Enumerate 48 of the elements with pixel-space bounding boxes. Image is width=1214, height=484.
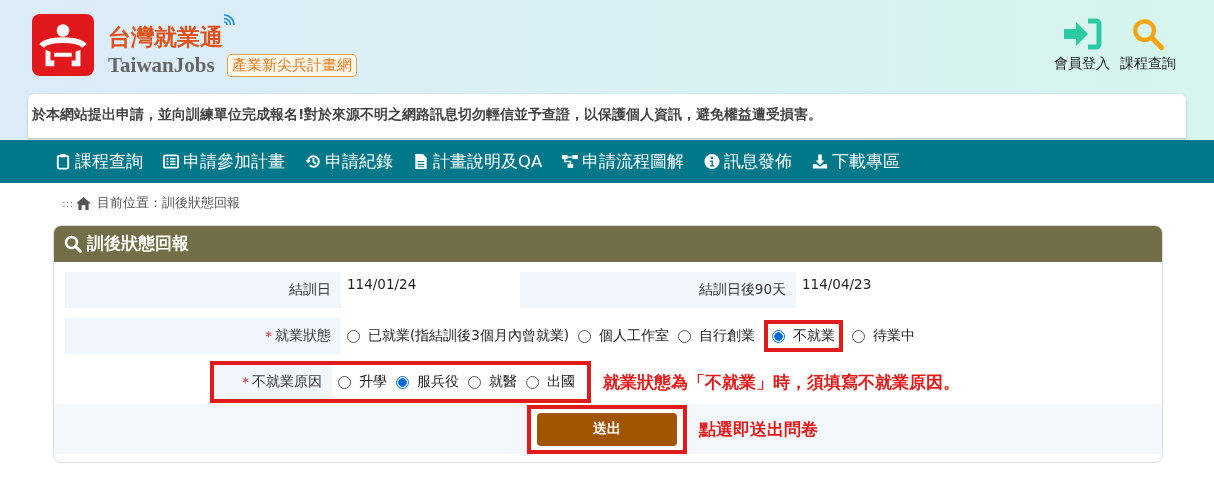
submit-button[interactable]: 送出 bbox=[537, 412, 677, 446]
field-value: 114/04/23 bbox=[801, 275, 873, 292]
field-label: * 就業狀態 bbox=[65, 318, 341, 354]
radio-option[interactable]: 出國 bbox=[526, 373, 575, 391]
nav-item[interactable]: 申請紀錄 bbox=[305, 150, 393, 173]
notice-banner: 於本網站提出申請，並向訓練單位完成報名!對於來源不明之網路訊息切勿輕信並予查證，以保護個人資訊，避免權益遭受損害。 bbox=[28, 94, 1186, 138]
nav-item[interactable]: 計畫說明及QA bbox=[413, 150, 543, 173]
radio-button[interactable] bbox=[772, 329, 786, 343]
field-label: 結訓日 bbox=[65, 272, 341, 308]
panel-title: 訓後狀態回報 bbox=[87, 233, 189, 255]
history-icon bbox=[305, 153, 321, 170]
annotation-text: 點選即送出問卷 bbox=[699, 417, 818, 441]
document-icon bbox=[413, 153, 429, 170]
radio-option[interactable]: 已就業(指結訓後3個月內曾就業) bbox=[347, 327, 570, 345]
breadcrumb: 目前位置：訓後狀態回報 bbox=[97, 194, 241, 212]
radio-option[interactable]: 自行創業 bbox=[678, 327, 756, 345]
radio-button[interactable] bbox=[396, 375, 409, 389]
field-label: 結訓日後90天 bbox=[520, 272, 796, 308]
nav-item[interactable]: 下載專區 bbox=[812, 150, 901, 173]
radio-option[interactable]: 待業中 bbox=[852, 327, 916, 345]
sitemap-icon bbox=[562, 153, 579, 170]
nav-item[interactable]: 課程查詢 bbox=[55, 150, 143, 173]
info-icon bbox=[704, 153, 721, 170]
list-icon bbox=[163, 153, 179, 170]
breadcrumb-marker: ::: bbox=[62, 196, 74, 210]
signal-icon bbox=[223, 14, 235, 26]
home-icon[interactable] bbox=[76, 196, 92, 210]
site-tag: 產業新尖兵計畫網 bbox=[226, 54, 357, 77]
radio-option[interactable]: 服兵役 bbox=[396, 373, 459, 391]
nav-item[interactable]: 申請流程圖解 bbox=[562, 150, 685, 173]
clipboard-icon bbox=[55, 153, 71, 170]
field-label: * 不就業原因 bbox=[214, 365, 332, 399]
radio-option[interactable]: 不就業 bbox=[772, 327, 836, 345]
radio-option[interactable]: 就醫 bbox=[468, 373, 517, 391]
top-link[interactable]: 會員登入 bbox=[1054, 17, 1110, 94]
nav-item[interactable]: 訊息發佈 bbox=[704, 150, 793, 173]
field-value: 114/01/24 bbox=[346, 275, 418, 292]
brand-subtitle: TaiwanJobs bbox=[108, 53, 215, 78]
search-icon bbox=[64, 235, 82, 253]
radio-option[interactable]: 個人工作室 bbox=[578, 327, 670, 345]
sign-in-icon bbox=[1062, 17, 1102, 51]
logo-icon[interactable] bbox=[32, 14, 94, 76]
download-icon bbox=[812, 153, 829, 170]
nav-item[interactable]: 申請參加計畫 bbox=[163, 150, 285, 173]
brand-name: 台灣就業通 bbox=[108, 23, 223, 52]
annotation-text: 就業狀態為「不就業」時，須填寫不就業原因。 bbox=[603, 370, 960, 394]
radio-option[interactable]: 升學 bbox=[338, 373, 387, 391]
top-link[interactable]: 課程查詢 bbox=[1120, 17, 1176, 94]
